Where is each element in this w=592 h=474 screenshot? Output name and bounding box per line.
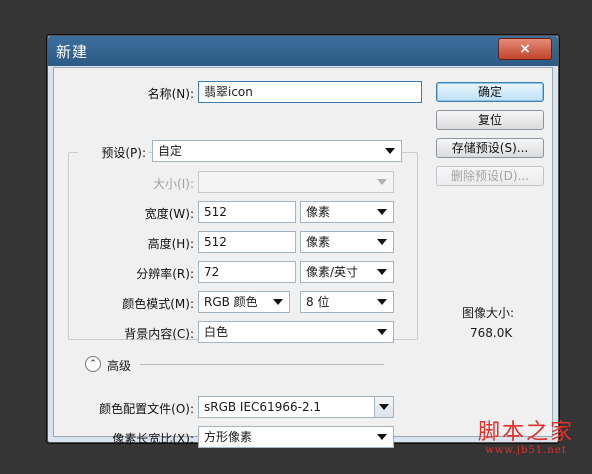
dialog-title: 新建 [56,43,89,61]
resolution-unit-value: 像素/英寸 [306,265,359,279]
resolution-input[interactable]: 72 [198,261,296,283]
image-size-label: 图像大小: [462,306,515,320]
watermark-url: www.jb51.net [485,445,567,456]
chevron-down-icon [377,269,387,275]
advanced-divider [140,364,384,365]
color-profile-dropdown-button[interactable] [374,396,394,418]
new-document-dialog: 新建 × 名称(N): 翡翠icon 预设(P): 自定 大小(I): 宽度(W… [46,34,560,448]
preset-select[interactable]: 自定 [152,140,402,162]
resolution-label: 分辨率(R): [136,267,194,281]
height-unit-value: 像素 [306,235,331,249]
color-profile-label: 颜色配置文件(O): [99,402,194,416]
width-label: 宽度(W): [144,207,194,221]
height-input[interactable]: 512 [198,231,296,253]
chevron-down-icon [273,299,283,305]
chevron-down-icon [377,209,387,215]
chevron-up-icon: ⌃ [89,359,97,369]
color-profile-value: sRGB IEC61966-2.1 [204,400,322,414]
dialog-titlebar[interactable]: 新建 × [48,36,558,66]
chevron-down-icon [379,404,389,410]
pixel-aspect-value: 方形像素 [204,430,253,444]
background-select[interactable]: 白色 [198,321,394,343]
background-value: 白色 [204,325,229,339]
image-size-value: 768.0K [470,326,513,340]
site-watermark: 脚本之家 www.jb51.net [477,420,574,457]
chevron-down-icon [377,329,387,335]
color-mode-select[interactable]: RGB 颜色 [198,291,290,313]
color-mode-value: RGB 颜色 [204,295,258,309]
watermark-main: 脚本之家 [477,420,574,445]
resolution-unit-select[interactable]: 像素/英寸 [300,261,394,283]
background-label: 背景内容(C): [124,327,194,341]
chevron-down-icon [377,299,387,305]
chevron-down-icon [377,434,387,440]
preset-label: 预设(P): [78,144,148,161]
chevron-down-icon [377,179,387,185]
chevron-down-icon [385,148,395,154]
size-select [198,171,394,193]
width-input[interactable]: 512 [198,201,296,223]
advanced-toggle-button[interactable]: ⌃ [85,356,101,372]
advanced-label: 高级 [107,359,132,373]
close-button[interactable]: × [498,38,552,60]
pixel-aspect-label: 像素长宽比(X): [112,432,194,446]
color-profile-select[interactable]: sRGB IEC61966-2.1 [198,396,394,418]
reset-button[interactable]: 复位 [436,110,544,130]
width-unit-value: 像素 [306,205,331,219]
save-preset-button[interactable]: 存储预设(S)... [436,138,544,158]
height-unit-select[interactable]: 像素 [300,231,394,253]
bit-depth-select[interactable]: 8 位 [300,291,394,313]
delete-preset-button: 删除预设(D)... [436,166,544,186]
size-label: 大小(I): [153,177,194,191]
pixel-aspect-select[interactable]: 方形像素 [198,426,394,448]
dialog-body: 名称(N): 翡翠icon 预设(P): 自定 大小(I): 宽度(W): 51… [53,67,553,448]
ok-button[interactable]: 确定 [436,82,544,102]
color-mode-label: 颜色模式(M): [122,297,194,311]
preset-value: 自定 [158,144,183,158]
width-unit-select[interactable]: 像素 [300,201,394,223]
bit-depth-value: 8 位 [306,295,330,309]
height-label: 高度(H): [147,237,194,251]
close-icon: × [519,41,531,57]
name-input[interactable]: 翡翠icon [198,81,422,103]
name-label: 名称(N): [147,87,194,101]
chevron-down-icon [377,239,387,245]
